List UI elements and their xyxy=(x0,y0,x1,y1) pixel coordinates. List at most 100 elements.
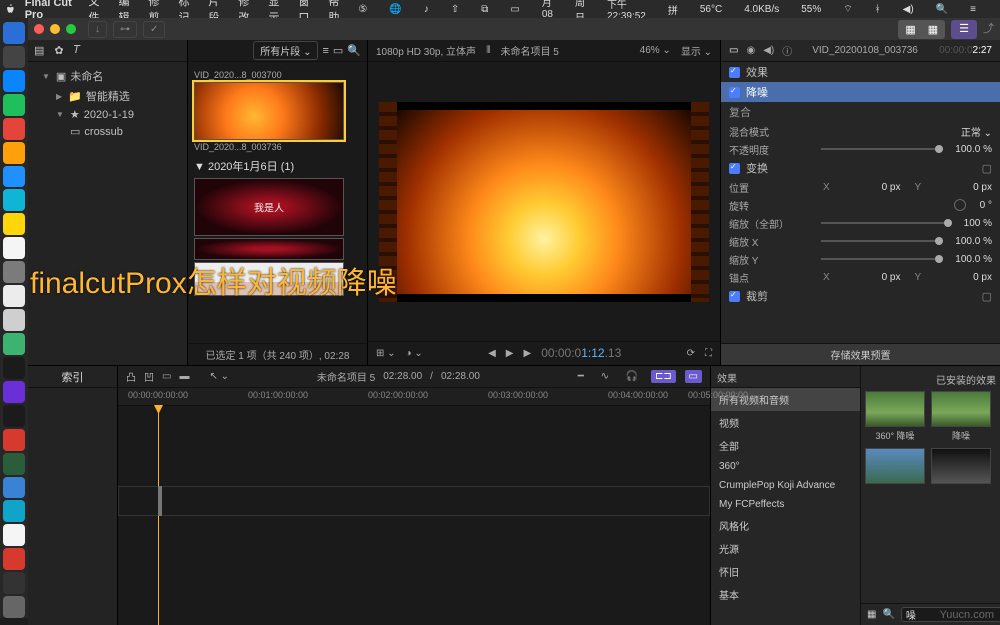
dock-app[interactable] xyxy=(3,261,25,283)
fullscreen-button[interactable] xyxy=(66,24,76,34)
browser-search-icon[interactable]: 🔍 xyxy=(347,44,361,57)
keyword-button[interactable]: ⊶ xyxy=(113,21,137,38)
minimize-button[interactable] xyxy=(50,24,60,34)
show-crop-icon[interactable]: ▢ xyxy=(982,290,992,303)
zoom-popup[interactable]: 46% ⌄ xyxy=(640,45,671,56)
position-row[interactable]: 位置X0 pxY0 px xyxy=(721,178,1000,196)
dock-yandex[interactable] xyxy=(3,524,25,546)
rotation-row[interactable]: 旋转0 ° xyxy=(721,196,1000,214)
dock-app[interactable] xyxy=(3,381,25,403)
timeline-ruler[interactable]: 00:00:00:00:00 00:01:00:00:00 00:02:00:0… xyxy=(118,388,710,406)
crop-section[interactable]: 裁剪▢ xyxy=(721,286,1000,306)
effects-category[interactable]: 基本 xyxy=(711,583,860,606)
dock-app[interactable] xyxy=(3,285,25,307)
effects-category[interactable]: CrumplePop Koji Advance xyxy=(711,476,860,495)
browser-view-filmstrip-icon[interactable]: ▭ xyxy=(333,44,343,57)
dock-app[interactable] xyxy=(3,453,25,475)
viewer-canvas[interactable] xyxy=(368,62,720,341)
library-tab-icon[interactable]: ▤ xyxy=(34,44,44,57)
effect-item[interactable] xyxy=(931,448,991,486)
dock-app[interactable] xyxy=(3,429,25,451)
scale-y-row[interactable]: 缩放 Y100.0 % xyxy=(721,250,1000,268)
audio-skim-icon[interactable]: ∿ xyxy=(597,370,613,383)
fullscreen-icon[interactable]: ⛶ xyxy=(705,348,712,359)
dock-wechat[interactable] xyxy=(3,333,25,355)
timeline-clip[interactable] xyxy=(158,486,162,516)
wifi-icon[interactable]: ⌔ xyxy=(843,3,852,16)
opacity-row[interactable]: 不透明度100.0 % xyxy=(721,140,1000,158)
primary-storyline[interactable] xyxy=(118,486,710,516)
save-effect-preset-button[interactable]: 存储效果预置 xyxy=(721,343,1000,365)
dock-app[interactable] xyxy=(3,94,25,116)
connect-clip-icon[interactable]: 凸 xyxy=(126,369,136,384)
scale-x-row[interactable]: 缩放 X100.0 % xyxy=(721,232,1000,250)
volume-icon[interactable]: ◀) xyxy=(903,4,914,15)
timeline-tracks[interactable] xyxy=(118,406,710,625)
effects-category[interactable]: 全部 xyxy=(711,434,860,457)
notification-icon[interactable]: ≡ xyxy=(970,4,976,15)
workspace-toggle[interactable]: ▦ ▦ xyxy=(898,20,945,39)
share-button[interactable]: ⤴ xyxy=(983,20,994,39)
noise-reduction-row[interactable]: 降噪 xyxy=(721,82,1000,102)
dock-app[interactable] xyxy=(3,500,25,522)
loop-icon[interactable]: ⟳ xyxy=(687,348,695,359)
dock-app[interactable] xyxy=(3,118,25,140)
status-upload-icon[interactable]: ⇧ xyxy=(451,4,459,15)
overwrite-clip-icon[interactable]: ▬ xyxy=(179,371,189,382)
timeline-view-icon[interactable]: ▭ xyxy=(685,370,702,383)
clip-thumbnail[interactable] xyxy=(194,262,344,296)
effects-category[interactable]: 光源 xyxy=(711,537,860,560)
play-button[interactable]: ▶ xyxy=(506,348,514,359)
clip-thumbnail[interactable] xyxy=(194,82,344,140)
effects-category[interactable]: 风格化 xyxy=(711,514,860,537)
anchor-row[interactable]: 锚点X0 pxY0 px xyxy=(721,268,1000,286)
dock-app[interactable] xyxy=(3,237,25,259)
dock-app[interactable] xyxy=(3,357,25,379)
opacity-slider[interactable] xyxy=(821,148,943,150)
status-icon[interactable]: ⑤ xyxy=(358,4,367,15)
status-display-icon[interactable]: ⧉ xyxy=(481,4,488,15)
search-icon[interactable]: 🔍 xyxy=(936,4,948,15)
insert-clip-icon[interactable]: 凹 xyxy=(144,369,154,384)
search-icon[interactable]: 🔍 xyxy=(882,609,894,620)
project-row[interactable]: ▭ crossub xyxy=(28,123,187,140)
library-row[interactable]: ▼▣ 未命名 xyxy=(28,66,187,86)
status-globe-icon[interactable]: 🌐 xyxy=(389,4,401,15)
dock-safari[interactable] xyxy=(3,166,25,188)
color-tool-icon[interactable]: ◑ ⌄ xyxy=(406,348,423,359)
bluetooth-icon[interactable]: ᚼ xyxy=(875,4,881,15)
next-frame-button[interactable]: ▶ xyxy=(523,348,531,359)
workspace-timeline-icon[interactable]: ▦ xyxy=(922,21,944,38)
noise-checkbox[interactable] xyxy=(729,87,740,98)
transform-tool-icon[interactable]: ⊞ ⌄ xyxy=(376,348,396,359)
effects-list-view-icon[interactable]: ▦ xyxy=(867,609,876,620)
dock-app[interactable] xyxy=(3,548,25,570)
effects-category[interactable]: 视频 xyxy=(711,411,860,434)
append-clip-icon[interactable]: ▭ xyxy=(162,371,171,382)
dock-appstore[interactable] xyxy=(3,405,25,427)
effects-checkbox[interactable] xyxy=(729,67,740,78)
clip-thumbnail[interactable] xyxy=(194,238,344,260)
skimming-icon[interactable]: ━ xyxy=(574,370,588,383)
status-music-icon[interactable]: ♪ xyxy=(424,4,429,15)
blend-mode-row[interactable]: 混合模式正常 ⌄ xyxy=(721,122,1000,140)
dock-app[interactable] xyxy=(3,142,25,164)
color-tab-icon[interactable]: ◉ xyxy=(746,45,755,56)
dock-app[interactable] xyxy=(3,213,25,235)
transform-checkbox[interactable] xyxy=(729,163,740,174)
workspace-browser-icon[interactable]: ▦ xyxy=(899,21,921,38)
dock-app[interactable] xyxy=(3,477,25,499)
scale-slider[interactable] xyxy=(821,222,952,224)
view-popup[interactable]: 显示 ⌄ xyxy=(681,43,712,58)
solo-icon[interactable]: 🎧 xyxy=(622,370,642,383)
effect-item[interactable]: 360° 降噪 xyxy=(865,391,925,442)
browser-view-list-icon[interactable]: ≡ xyxy=(322,45,328,57)
transform-section[interactable]: 变换▢ xyxy=(721,158,1000,178)
effects-category[interactable]: My FCPeffects xyxy=(711,495,860,514)
rotation-dial[interactable] xyxy=(954,199,966,211)
scale-all-row[interactable]: 缩放（全部）100 % xyxy=(721,214,1000,232)
info-tab-icon[interactable]: ⓘ xyxy=(782,43,792,58)
dock-finder[interactable] xyxy=(3,22,25,44)
effects-section[interactable]: 效果 xyxy=(721,62,1000,82)
dock-app[interactable] xyxy=(3,572,25,594)
